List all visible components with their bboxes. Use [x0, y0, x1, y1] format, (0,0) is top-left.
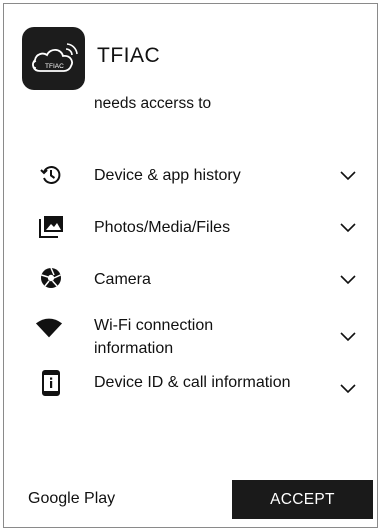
app-name: TFIAC — [97, 44, 161, 67]
chevron-down-icon[interactable] — [340, 275, 356, 285]
svg-text:TFIAC: TFIAC — [45, 63, 64, 70]
google-play-label: Google Play — [28, 490, 116, 507]
chevron-down-icon[interactable] — [340, 223, 356, 233]
chevron-down-icon[interactable] — [340, 332, 356, 342]
photos-icon — [37, 213, 65, 241]
accept-button[interactable]: ACCEPT — [232, 480, 373, 519]
permission-label: Device ID & call information — [94, 374, 291, 391]
history-icon — [37, 161, 65, 189]
permission-label: Photos/Media/Files — [94, 219, 231, 236]
permission-label: Camera — [94, 271, 151, 288]
phone-info-icon — [37, 369, 65, 397]
permission-dialog: TFIAC TFIAC needs accerss to Device & ap… — [3, 3, 378, 528]
chevron-down-icon[interactable] — [340, 171, 356, 181]
permission-label: Wi-Fi connection information — [94, 317, 214, 357]
cloud-wifi-logo-icon: TFIAC — [31, 42, 78, 72]
access-subtitle: needs accerss to — [94, 95, 212, 112]
permission-label: Device & app history — [94, 167, 241, 184]
app-icon: TFIAC — [22, 27, 85, 90]
chevron-down-icon[interactable] — [340, 384, 356, 394]
camera-aperture-icon — [37, 264, 65, 292]
wifi-icon — [35, 314, 63, 342]
